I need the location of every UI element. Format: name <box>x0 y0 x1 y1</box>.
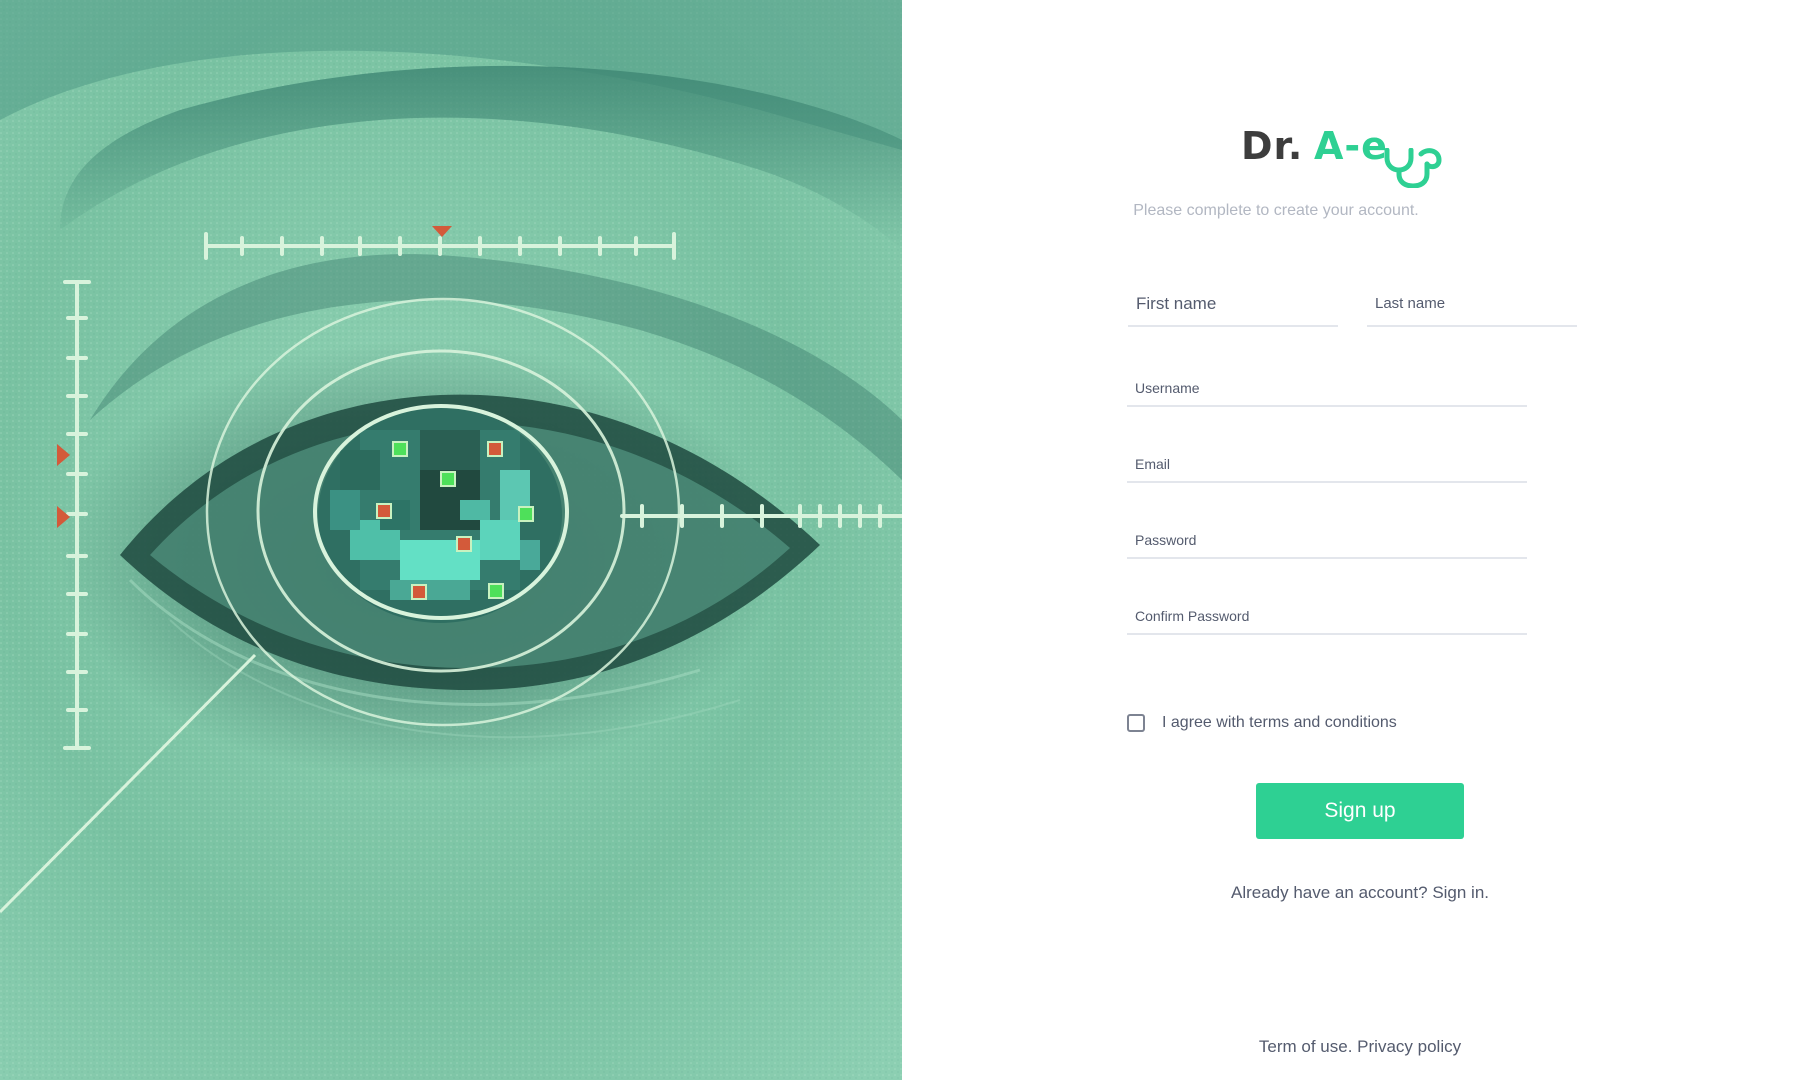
email-input[interactable] <box>1127 446 1527 483</box>
sign-up-button[interactable]: Sign up <box>1256 783 1464 839</box>
eye-scan-illustration <box>0 0 902 1080</box>
signin-prompt-text: Already have an account? <box>1230 883 1428 902</box>
eye-scan-hero-image <box>0 0 902 1080</box>
stethoscope-icon <box>1384 148 1442 188</box>
password-input[interactable] <box>1127 522 1527 559</box>
terms-row: I agree with terms and conditions <box>1127 712 1397 734</box>
sign-in-link[interactable]: Sign in. <box>1432 883 1489 902</box>
terms-label: I agree with terms and conditions <box>1162 714 1397 731</box>
footer-links: Term of use. Privacy policy <box>902 1037 1797 1057</box>
brand-name: A-e <box>1314 124 1388 168</box>
brand-logo: Dr. A-e <box>1241 120 1471 190</box>
privacy-policy-link[interactable]: Privacy policy <box>1357 1037 1461 1056</box>
iris-pixel-mosaic <box>330 430 540 600</box>
last-name-input[interactable] <box>1367 282 1577 327</box>
terms-of-use-link[interactable]: Term of use. <box>1259 1037 1353 1056</box>
form-subtitle: Please complete to create your account. <box>1133 202 1419 219</box>
terms-checkbox[interactable] <box>1127 714 1145 732</box>
confirm-password-input[interactable] <box>1127 598 1527 635</box>
signup-page: Dr. A-e Please complete to create your a… <box>0 0 1797 1080</box>
brand-prefix: Dr. <box>1241 124 1304 168</box>
username-input[interactable] <box>1127 370 1527 407</box>
signin-prompt-row: Already have an account? Sign in. <box>902 883 1797 903</box>
first-name-input[interactable] <box>1128 282 1338 327</box>
signup-panel: Dr. A-e Please complete to create your a… <box>902 0 1797 1080</box>
